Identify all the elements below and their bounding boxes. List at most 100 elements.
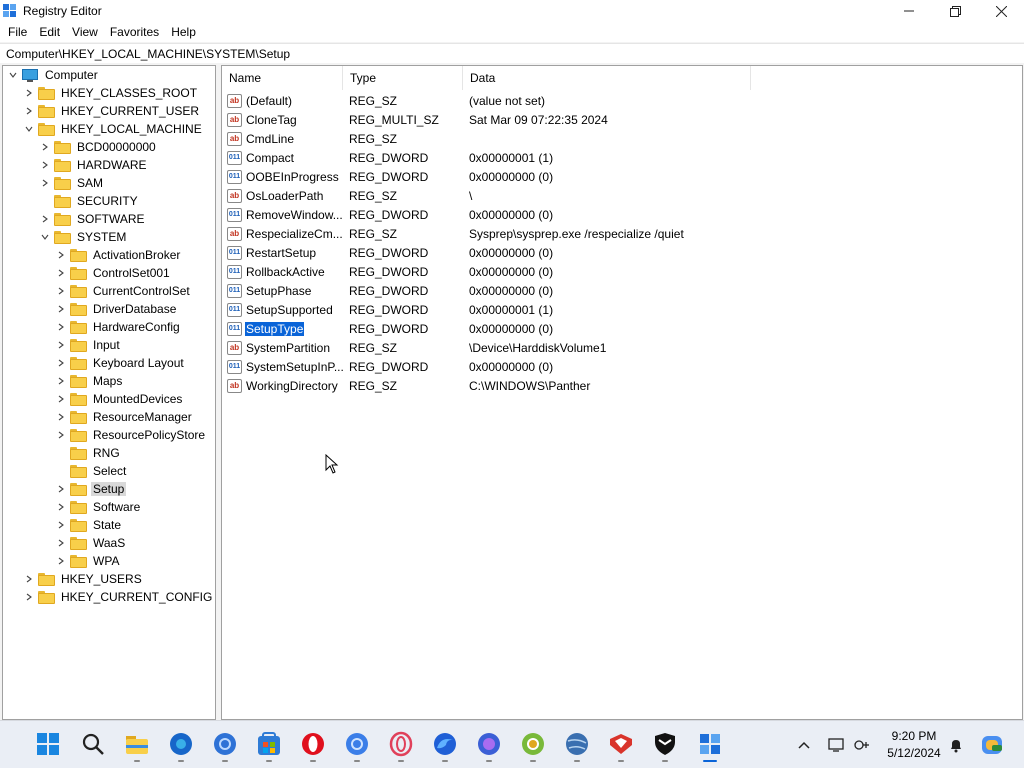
- chevron-right-icon[interactable]: [23, 570, 35, 588]
- chrome-icon[interactable]: [212, 731, 238, 757]
- chevron-right-icon[interactable]: [55, 408, 67, 426]
- tree-item-controlset001[interactable]: ControlSet001: [55, 264, 172, 282]
- value-row[interactable]: 011 RemoveWindow... REG_DWORD 0x00000000 (0…: [222, 205, 1022, 224]
- chevron-right-icon[interactable]: [55, 354, 67, 372]
- start-icon[interactable]: [35, 731, 61, 757]
- chevron-right-icon[interactable]: [55, 498, 67, 516]
- security-app-icon[interactable]: [608, 731, 634, 757]
- menu-view[interactable]: View: [68, 25, 102, 39]
- close-button[interactable]: [978, 0, 1024, 22]
- value-row[interactable]: 011 RestartSetup REG_DWORD 0x00000000 (0): [222, 243, 1022, 262]
- column-header-type[interactable]: Type: [343, 66, 463, 90]
- value-row[interactable]: ab CloneTag REG_MULTI_SZ Sat Mar 09 07:22:3…: [222, 110, 1022, 129]
- display-icon[interactable]: [828, 737, 846, 756]
- tree-item-resourcepolicystore[interactable]: ResourcePolicyStore: [55, 426, 207, 444]
- value-row[interactable]: 011 SetupPhase REG_DWORD 0x00000000 (0): [222, 281, 1022, 300]
- notification-bell-icon[interactable]: [948, 737, 964, 756]
- tree-item-rng[interactable]: RNG: [55, 444, 122, 462]
- chevron-right-icon[interactable]: [55, 426, 67, 444]
- menu-file[interactable]: File: [4, 25, 31, 39]
- chevron-right-icon[interactable]: [39, 156, 51, 174]
- tree-item-mounteddevices[interactable]: MountedDevices: [55, 390, 184, 408]
- tree-item-input[interactable]: Input: [55, 336, 122, 354]
- chevron-right-icon[interactable]: [39, 138, 51, 156]
- value-row[interactable]: ab SystemPartition REG_SZ \Device\HarddiskV…: [222, 338, 1022, 357]
- value-row[interactable]: ab WorkingDirectory REG_SZ C:\WINDOWS\Panth…: [222, 376, 1022, 395]
- firefox-icon[interactable]: [432, 731, 458, 757]
- menu-help[interactable]: Help: [167, 25, 200, 39]
- chevron-right-icon[interactable]: [55, 246, 67, 264]
- value-row[interactable]: ab (Default) REG_SZ (value not set): [222, 91, 1022, 110]
- minimize-button[interactable]: [886, 0, 932, 22]
- value-row[interactable]: 011 SystemSetupInP... REG_DWORD 0x00000000 …: [222, 357, 1022, 376]
- tree-item-sam[interactable]: SAM: [39, 174, 105, 192]
- chevron-right-icon[interactable]: [55, 390, 67, 408]
- opera-icon[interactable]: [300, 731, 326, 757]
- tree-item-select[interactable]: Select: [55, 462, 128, 480]
- value-row[interactable]: ab CmdLine REG_SZ: [222, 129, 1022, 148]
- chevron-down-icon[interactable]: [23, 120, 35, 138]
- chevron-right-icon[interactable]: [55, 552, 67, 570]
- firefox-dev-icon[interactable]: [476, 731, 502, 757]
- registry-editor-icon[interactable]: [697, 731, 723, 757]
- copilot-icon[interactable]: [980, 733, 1004, 760]
- chevron-up-icon[interactable]: [796, 737, 812, 756]
- chevron-down-icon[interactable]: [7, 66, 19, 84]
- value-list-pane[interactable]: Name Type Data ab (Default) REG_SZ (value n…: [221, 65, 1023, 720]
- value-row[interactable]: 011 SetupType REG_DWORD 0x00000000 (0): [222, 319, 1022, 338]
- value-row[interactable]: 011 Compact REG_DWORD 0x00000001 (1): [222, 148, 1022, 167]
- tree-item-hkey-local-machine[interactable]: HKEY_LOCAL_MACHINE: [23, 120, 204, 138]
- value-row[interactable]: 011 SetupSupported REG_DWORD 0x00000001 (1): [222, 300, 1022, 319]
- chevron-right-icon[interactable]: [55, 300, 67, 318]
- chevron-right-icon[interactable]: [55, 534, 67, 552]
- tree-item-currentcontrolset[interactable]: CurrentControlSet: [55, 282, 192, 300]
- opera-gx-icon[interactable]: [388, 731, 414, 757]
- file-explorer-icon[interactable]: [124, 731, 150, 757]
- network-icon[interactable]: [853, 737, 871, 756]
- tree-item-hkey-current-user[interactable]: HKEY_CURRENT_USER: [23, 102, 201, 120]
- column-header-name[interactable]: Name: [222, 66, 343, 90]
- tree-item-security[interactable]: SECURITY: [39, 192, 140, 210]
- chrome-beta-icon[interactable]: [344, 731, 370, 757]
- value-row[interactable]: 011 RollbackActive REG_DWORD 0x00000000 (0): [222, 262, 1022, 281]
- chrome-canary-icon[interactable]: [520, 731, 546, 757]
- chevron-right-icon[interactable]: [39, 210, 51, 228]
- chevron-right-icon[interactable]: [55, 282, 67, 300]
- tree-item-maps[interactable]: Maps: [55, 372, 124, 390]
- tree-item-resourcemanager[interactable]: ResourceManager: [55, 408, 194, 426]
- key-tree-pane[interactable]: Computer HKEY_CLASSES_ROOT HKEY_CURRENT_US…: [2, 65, 216, 720]
- chevron-right-icon[interactable]: [55, 516, 67, 534]
- chevron-right-icon[interactable]: [23, 102, 35, 120]
- value-row[interactable]: ab OsLoaderPath REG_SZ \: [222, 186, 1022, 205]
- value-row[interactable]: 011 OOBEInProgress REG_DWORD 0x00000000 (0): [222, 167, 1022, 186]
- store-icon[interactable]: [256, 731, 282, 757]
- edge-icon[interactable]: [168, 731, 194, 757]
- menu-edit[interactable]: Edit: [35, 25, 64, 39]
- chevron-right-icon[interactable]: [55, 336, 67, 354]
- chevron-right-icon[interactable]: [55, 480, 67, 498]
- tree-item-setup[interactable]: Setup: [55, 480, 127, 498]
- column-header-data[interactable]: Data: [463, 66, 751, 90]
- tree-item-hardware[interactable]: HARDWARE: [39, 156, 149, 174]
- tree-item-hkey-current-config[interactable]: HKEY_CURRENT_CONFIG: [23, 588, 214, 606]
- tree-item-activationbroker[interactable]: ActivationBroker: [55, 246, 182, 264]
- clock-date[interactable]: 5/12/2024: [882, 746, 946, 760]
- tree-item-wpa[interactable]: WPA: [55, 552, 121, 570]
- tree-item-hkey-classes-root[interactable]: HKEY_CLASSES_ROOT: [23, 84, 199, 102]
- tree-item-software[interactable]: SOFTWARE: [39, 210, 147, 228]
- tree-item-hardwareconfig[interactable]: HardwareConfig: [55, 318, 182, 336]
- tree-item-state[interactable]: State: [55, 516, 123, 534]
- tree-item-waas[interactable]: WaaS: [55, 534, 127, 552]
- tree-item-hkey-users[interactable]: HKEY_USERS: [23, 570, 144, 588]
- shield-app-icon[interactable]: [652, 731, 678, 757]
- tree-item-system[interactable]: SYSTEM: [39, 228, 128, 246]
- chevron-down-icon[interactable]: [39, 228, 51, 246]
- tree-item-computer[interactable]: Computer: [7, 66, 100, 84]
- search-icon[interactable]: [80, 731, 106, 757]
- menu-favorites[interactable]: Favorites: [106, 25, 163, 39]
- maximize-button[interactable]: [932, 0, 978, 22]
- chevron-right-icon[interactable]: [39, 174, 51, 192]
- tree-item-bcd00000000[interactable]: BCD00000000: [39, 138, 158, 156]
- tree-item-driverdatabase[interactable]: DriverDatabase: [55, 300, 178, 318]
- chevron-right-icon[interactable]: [55, 264, 67, 282]
